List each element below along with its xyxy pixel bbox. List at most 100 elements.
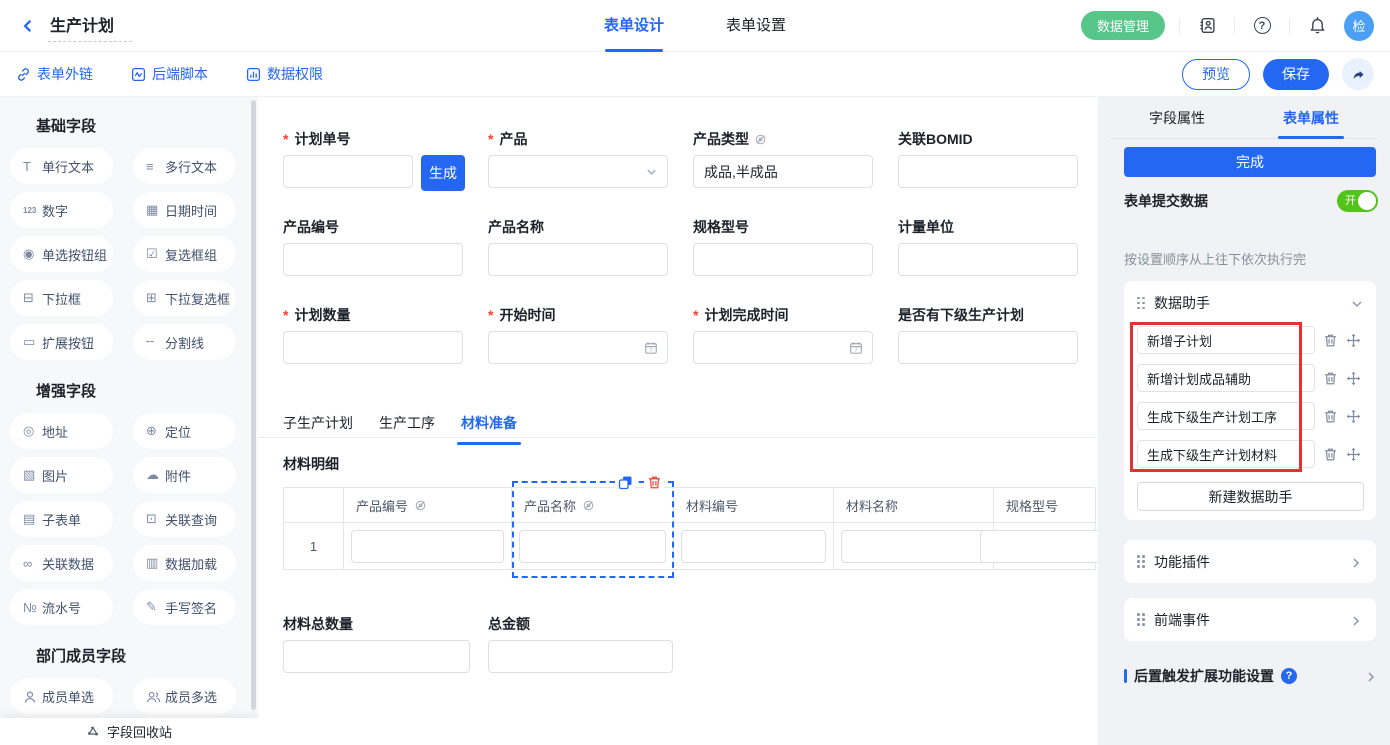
tab-form-design[interactable]: 表单设计 bbox=[604, 0, 664, 52]
cell-spec-model-input[interactable] bbox=[980, 530, 1099, 563]
field-pill-data-load[interactable]: ▥数据加载 bbox=[133, 545, 236, 581]
field-pill-datetime[interactable]: ▦日期时间 bbox=[133, 192, 236, 228]
move-icon[interactable] bbox=[1345, 370, 1361, 386]
function-plugin-section[interactable]: 功能插件 bbox=[1124, 540, 1376, 583]
back-button[interactable] bbox=[16, 14, 40, 38]
product-select[interactable] bbox=[488, 155, 668, 188]
col-material-code[interactable]: 材料编号 bbox=[674, 488, 834, 523]
cell-material-code-input[interactable] bbox=[681, 530, 826, 563]
data-permission-link[interactable]: 数据权限 bbox=[246, 64, 323, 84]
field-pill-member-multi[interactable]: 成员多选 bbox=[133, 678, 236, 714]
field-pill-dropdown[interactable]: ⊟下拉框 bbox=[10, 280, 113, 316]
move-icon[interactable] bbox=[1345, 446, 1361, 462]
field-pill-single-line-text[interactable]: T单行文本 bbox=[10, 148, 113, 184]
backend-script-link[interactable]: 后端脚本 bbox=[131, 64, 208, 84]
field-pill-checkbox-group[interactable]: ☑复选框组 bbox=[133, 236, 236, 272]
tab-sub-production-plan[interactable]: 子生产计划 bbox=[283, 413, 353, 445]
product-code-input[interactable] bbox=[283, 243, 463, 276]
preview-button[interactable]: 预览 bbox=[1182, 59, 1250, 90]
finish-time-input[interactable] bbox=[693, 331, 873, 364]
field-pill-radio-group[interactable]: ◉单选按钮组 bbox=[10, 236, 113, 272]
question-help-icon[interactable]: ? bbox=[1281, 668, 1297, 684]
bom-id-input[interactable] bbox=[898, 155, 1078, 188]
field-pill-member-single[interactable]: 成员单选 bbox=[10, 678, 113, 714]
col-material-name[interactable]: 材料名称 bbox=[834, 488, 994, 523]
field-material-total-qty[interactable]: 材料总数量 bbox=[283, 615, 470, 673]
field-unit[interactable]: 计量单位 bbox=[898, 218, 1078, 276]
field-pill-dropdown-multi[interactable]: ⊞下拉复选框 bbox=[133, 280, 236, 316]
drag-handle-icon[interactable] bbox=[1137, 613, 1145, 626]
field-pill-serial-number[interactable]: №流水号 bbox=[10, 589, 113, 625]
field-pill-divider[interactable]: ╌分割线 bbox=[133, 324, 236, 360]
field-pill-linked-query[interactable]: ⊡关联查询 bbox=[133, 501, 236, 537]
field-pill-location[interactable]: ⊕定位 bbox=[133, 413, 236, 449]
save-button[interactable]: 保存 bbox=[1263, 59, 1329, 90]
field-pill-number[interactable]: 123数字 bbox=[10, 192, 113, 228]
done-button[interactable]: 完成 bbox=[1124, 147, 1376, 177]
cell-product-code-input[interactable] bbox=[351, 530, 504, 563]
delete-icon[interactable] bbox=[1322, 332, 1338, 348]
new-data-assistant-button[interactable]: 新建数据助手 bbox=[1137, 482, 1364, 511]
field-plan-qty[interactable]: *计划数量 bbox=[283, 306, 463, 364]
copy-column-icon[interactable] bbox=[615, 472, 635, 492]
field-plan-no[interactable]: *计划单号 生成 bbox=[283, 130, 463, 188]
form-external-link[interactable]: 表单外链 bbox=[16, 64, 93, 84]
tab-form-properties[interactable]: 表单属性 bbox=[1244, 97, 1378, 138]
delete-icon[interactable] bbox=[1322, 408, 1338, 424]
field-pill-linked-data[interactable]: ∞关联数据 bbox=[10, 545, 113, 581]
delete-icon[interactable] bbox=[1322, 370, 1338, 386]
tab-field-properties[interactable]: 字段属性 bbox=[1110, 97, 1244, 138]
help-icon[interactable]: ? bbox=[1249, 13, 1275, 39]
field-has-sub-plan[interactable]: 是否有下级生产计划 bbox=[898, 306, 1078, 364]
has-sub-plan-input[interactable] bbox=[898, 331, 1078, 364]
drag-handle-icon[interactable] bbox=[1137, 555, 1145, 568]
field-finish-time[interactable]: *计划完成时间 bbox=[693, 306, 873, 364]
col-product-code[interactable]: 产品编号 bbox=[344, 488, 512, 523]
field-pill-multi-line-text[interactable]: ≡多行文本 bbox=[133, 148, 236, 184]
tab-material-preparation[interactable]: 材料准备 bbox=[461, 413, 517, 445]
assistant-item-button[interactable]: 新增子计划 bbox=[1137, 326, 1315, 354]
chevron-down-icon[interactable] bbox=[1350, 295, 1364, 311]
post-trigger-settings[interactable]: 后置触发扩展功能设置 ? bbox=[1124, 666, 1378, 686]
drag-handle-icon[interactable] bbox=[1137, 297, 1145, 310]
generate-button[interactable]: 生成 bbox=[421, 155, 465, 191]
user-avatar[interactable]: 检 bbox=[1344, 11, 1374, 41]
sidebar-scrollbar[interactable] bbox=[251, 100, 256, 710]
total-amount-input[interactable] bbox=[488, 640, 673, 673]
contacts-icon[interactable] bbox=[1194, 13, 1220, 39]
field-pill-image[interactable]: ▧图片 bbox=[10, 457, 113, 493]
page-title[interactable]: 生产计划 bbox=[48, 10, 132, 42]
delete-column-icon[interactable] bbox=[644, 472, 664, 492]
assistant-item-button[interactable]: 新增计划成品辅助 bbox=[1137, 364, 1315, 392]
assistant-item-button[interactable]: 生成下级生产计划工序 bbox=[1137, 402, 1315, 430]
field-product-code[interactable]: 产品编号 bbox=[283, 218, 463, 276]
move-icon[interactable] bbox=[1345, 408, 1361, 424]
unit-input[interactable] bbox=[898, 243, 1078, 276]
field-bom-id[interactable]: 关联BOMID bbox=[898, 130, 1078, 188]
cell-product-name-input[interactable] bbox=[519, 530, 666, 563]
notification-bell-icon[interactable] bbox=[1304, 13, 1330, 39]
field-product[interactable]: *产品 bbox=[488, 130, 668, 188]
cell-material-name-input[interactable] bbox=[841, 530, 986, 563]
delete-icon[interactable] bbox=[1322, 446, 1338, 462]
field-pill-extend-button[interactable]: ▭扩展按钮 bbox=[10, 324, 113, 360]
material-total-qty-input[interactable] bbox=[283, 640, 470, 673]
start-time-input[interactable] bbox=[488, 331, 668, 364]
field-start-time[interactable]: *开始时间 bbox=[488, 306, 668, 364]
field-pill-address[interactable]: ◎地址 bbox=[10, 413, 113, 449]
tab-production-process[interactable]: 生产工序 bbox=[379, 413, 435, 445]
col-spec-model[interactable]: 规格型号 bbox=[994, 488, 1096, 523]
spec-model-input[interactable] bbox=[693, 243, 873, 276]
field-spec-model[interactable]: 规格型号 bbox=[693, 218, 873, 276]
share-button[interactable] bbox=[1342, 58, 1374, 90]
field-pill-signature[interactable]: ✎手写签名 bbox=[133, 589, 236, 625]
plan-no-input[interactable] bbox=[283, 155, 413, 188]
product-type-input[interactable]: 成品,半成品 bbox=[693, 155, 873, 188]
field-recycle-bin[interactable]: 字段回收站 bbox=[0, 718, 258, 745]
col-product-name[interactable]: 产品名称 bbox=[512, 488, 674, 523]
field-total-amount[interactable]: 总金额 bbox=[488, 615, 673, 673]
field-pill-attachment[interactable]: ☁附件 bbox=[133, 457, 236, 493]
tab-form-settings[interactable]: 表单设置 bbox=[726, 0, 786, 52]
move-icon[interactable] bbox=[1345, 332, 1361, 348]
frontend-event-section[interactable]: 前端事件 bbox=[1124, 598, 1376, 641]
